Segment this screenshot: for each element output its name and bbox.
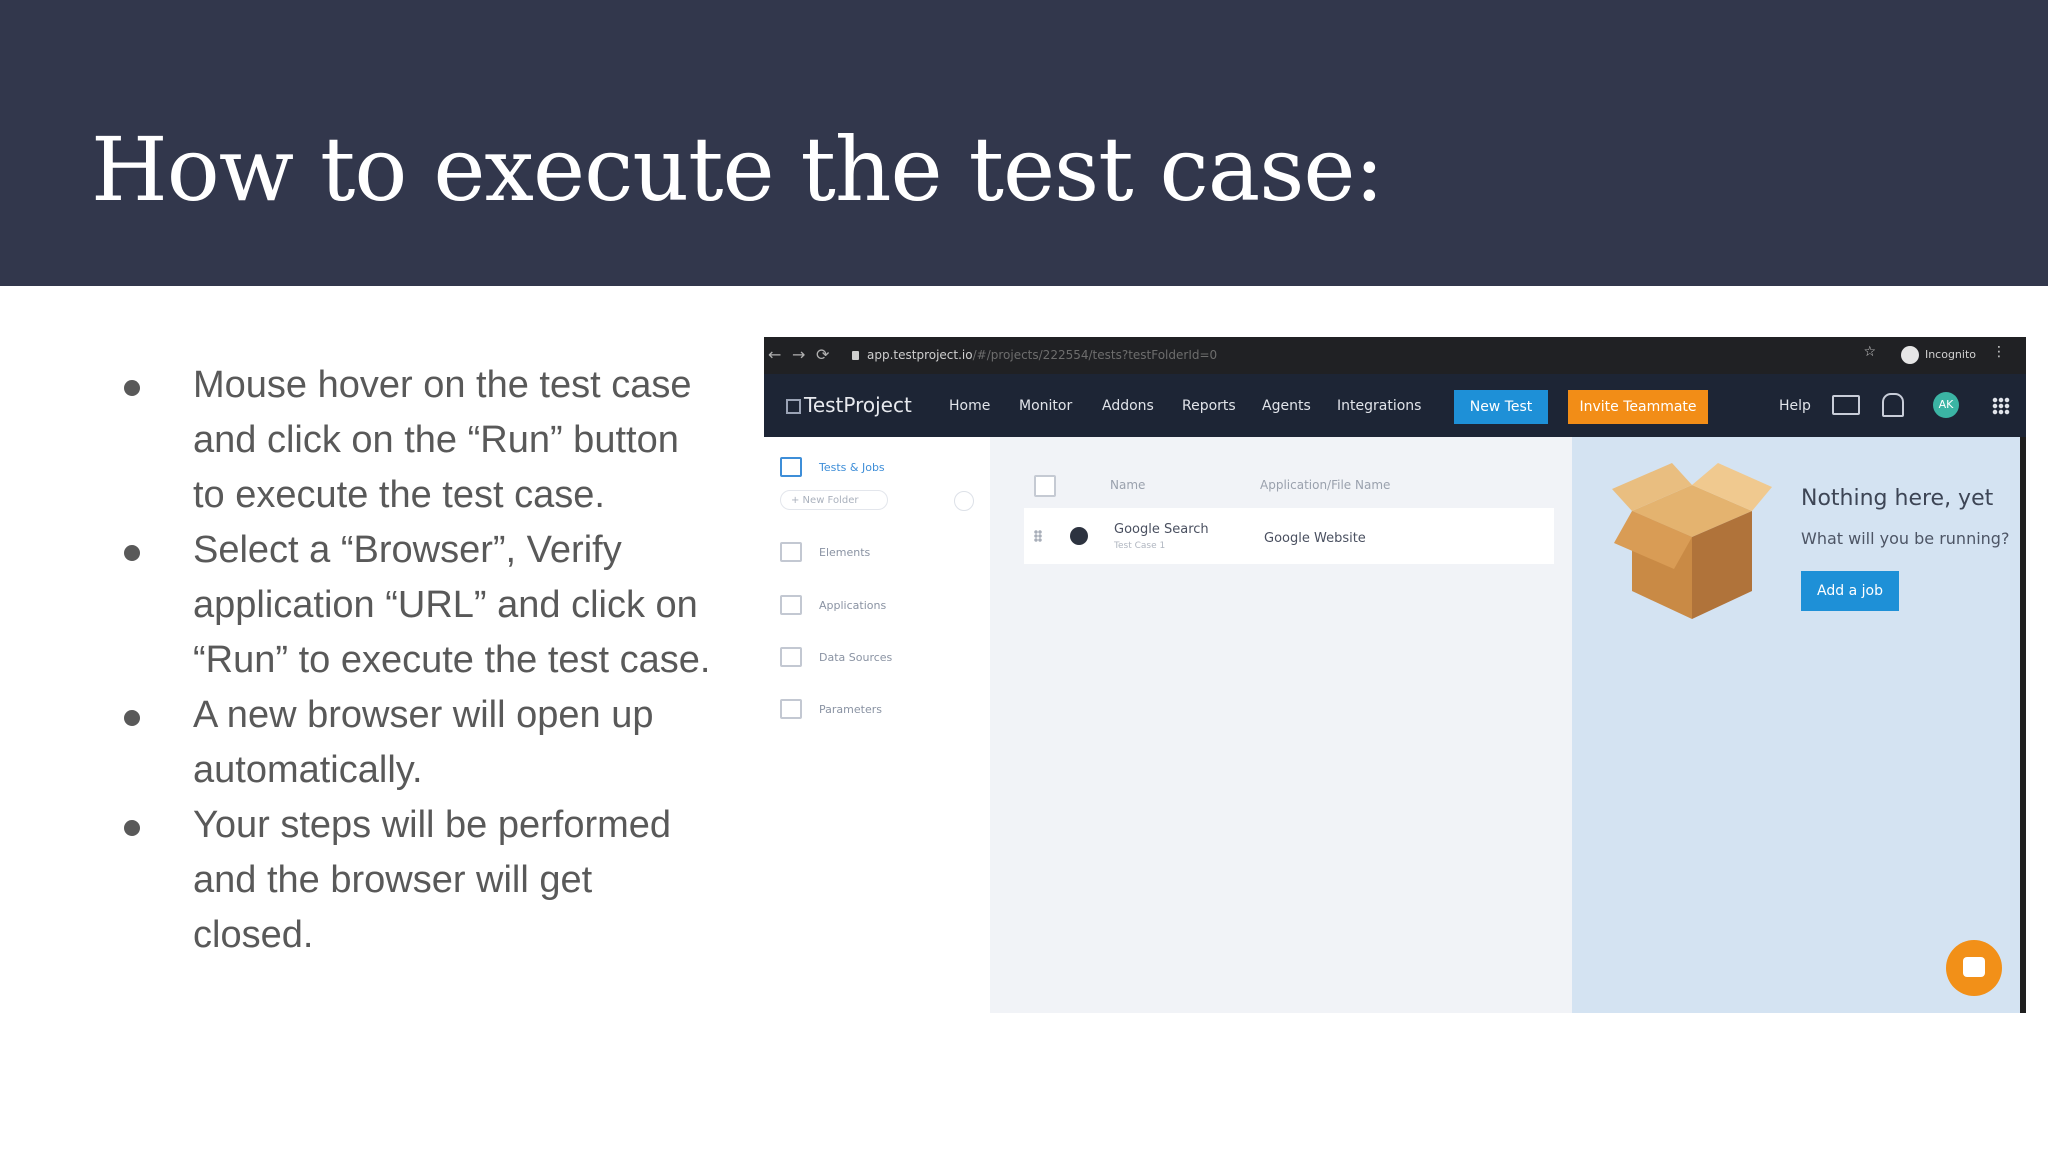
chat-icon	[1963, 957, 1985, 977]
globe-icon	[1070, 527, 1088, 545]
lock-icon	[852, 351, 859, 360]
new-test-button[interactable]: New Test	[1454, 390, 1548, 424]
star-icon[interactable]: ☆	[1863, 344, 1876, 360]
incognito-icon	[1900, 346, 1919, 364]
slide-header: How to execute the test case:	[0, 0, 2048, 286]
column-header-name[interactable]: Name	[1110, 478, 1145, 492]
bullet-item: Select a “Browser”, Verify application “…	[118, 523, 718, 688]
nav-addons[interactable]: Addons	[1102, 398, 1154, 414]
bullet-dot	[124, 820, 140, 836]
sidebar-item-tests-jobs[interactable]: Tests & Jobs	[819, 461, 885, 474]
bullet-list: Mouse hover on the test case and click o…	[118, 358, 718, 963]
sidebar-item-parameters[interactable]: Parameters	[819, 703, 882, 716]
bullet-dot	[124, 545, 140, 561]
address-bar[interactable]: app.testproject.io/#/projects/222554/tes…	[852, 344, 1932, 366]
bullet-text: A new browser will open up automatically…	[193, 694, 654, 791]
empty-heading: Nothing here, yet	[1801, 486, 1994, 511]
monitor-icon[interactable]	[1832, 395, 1860, 415]
select-all-checkbox[interactable]	[1034, 475, 1056, 497]
sliders-icon	[780, 699, 802, 719]
bullet-text: Select a “Browser”, Verify application “…	[193, 529, 711, 681]
bullet-item: Mouse hover on the test case and click o…	[118, 358, 718, 523]
search-icon[interactable]	[954, 491, 974, 511]
bullet-dot	[124, 710, 140, 726]
sidebar	[764, 437, 990, 1013]
sidebar-item-elements[interactable]: Elements	[819, 546, 870, 559]
testproject-logo[interactable]: TestProject	[786, 393, 912, 417]
bullet-item: A new browser will open up automatically…	[118, 688, 718, 798]
drag-handle-icon[interactable]	[1034, 530, 1042, 542]
incognito-indicator: Incognito	[1900, 346, 1976, 364]
empty-box-icon	[1612, 463, 1772, 619]
more-menu-icon[interactable]: ⋮	[1992, 344, 2006, 360]
testproject-screenshot: ← → ⟳ app.testproject.io/#/projects/2225…	[764, 337, 2026, 1013]
logo-icon	[786, 399, 801, 414]
bullet-text: Your steps will be performed and the bro…	[193, 804, 672, 956]
table-row[interactable]: Google Search Test Case 1 Google Website	[1024, 508, 1554, 564]
url-host: app.testproject.io	[867, 348, 973, 362]
bullet-dot	[124, 380, 140, 396]
test-subtitle: Test Case 1	[1114, 541, 1166, 551]
slide-title: How to execute the test case:	[91, 118, 1384, 221]
test-application: Google Website	[1264, 531, 1366, 546]
bell-icon[interactable]	[1882, 393, 1904, 417]
browser-toolbar: ← → ⟳ app.testproject.io/#/projects/2225…	[764, 337, 2026, 374]
nav-home[interactable]: Home	[949, 398, 990, 414]
incognito-label: Incognito	[1924, 348, 1976, 361]
column-header-app[interactable]: Application/File Name	[1260, 478, 1390, 492]
help-link[interactable]: Help	[1779, 398, 1811, 414]
url-path: /#/projects/222554/tests?testFolderId=0	[972, 348, 1218, 362]
elements-icon	[780, 542, 802, 562]
nav-reports[interactable]: Reports	[1182, 398, 1236, 414]
back-arrow-icon[interactable]: ←	[768, 345, 781, 364]
folder-icon	[780, 457, 802, 477]
nav-monitor[interactable]: Monitor	[1019, 398, 1072, 414]
apps-grid-icon[interactable]	[1992, 397, 2010, 415]
database-icon	[780, 647, 802, 667]
logo-text: TestProject	[804, 393, 912, 417]
applications-icon	[780, 595, 802, 615]
nav-integrations[interactable]: Integrations	[1337, 398, 1421, 414]
add-job-button[interactable]: Add a job	[1801, 571, 1899, 611]
bullet-text: Mouse hover on the test case and click o…	[193, 364, 692, 516]
invite-teammate-button[interactable]: Invite Teammate	[1568, 390, 1708, 424]
bullet-item: Your steps will be performed and the bro…	[118, 798, 718, 963]
forward-arrow-icon[interactable]: →	[792, 345, 805, 364]
avatar[interactable]: AK	[1933, 392, 1959, 418]
chat-button[interactable]	[1946, 940, 2002, 996]
nav-agents[interactable]: Agents	[1262, 398, 1311, 414]
test-name[interactable]: Google Search	[1114, 522, 1209, 537]
new-folder-button[interactable]: + New Folder	[780, 490, 888, 510]
sidebar-item-data-sources[interactable]: Data Sources	[819, 651, 892, 664]
empty-subheading: What will you be running?	[1801, 529, 2010, 548]
reload-icon[interactable]: ⟳	[816, 345, 829, 364]
sidebar-item-applications[interactable]: Applications	[819, 599, 886, 612]
panel-edge	[2020, 437, 2026, 1013]
